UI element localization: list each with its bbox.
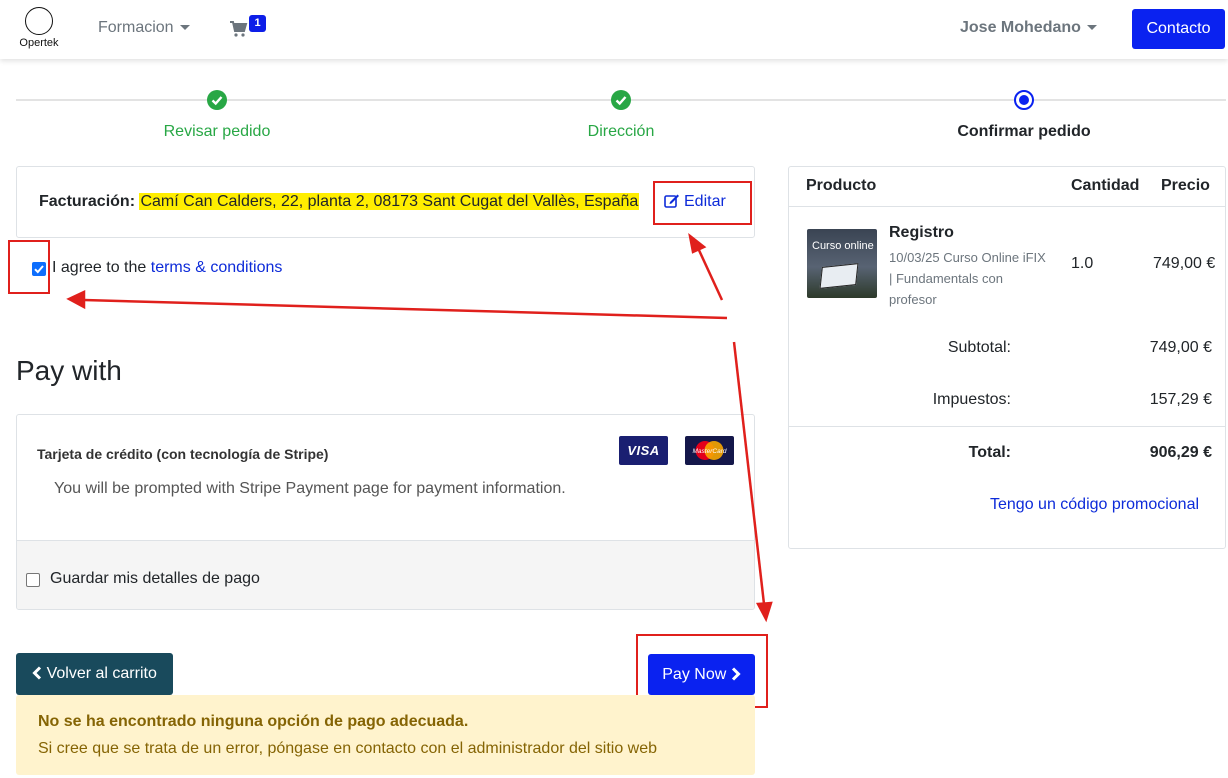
billing-address: Camí Can Calders, 22, planta 2, 08173 Sa… [139,193,640,210]
promo-code-link[interactable]: Tengo un código promocional [990,496,1199,514]
logo-text: Opertek [19,37,59,49]
terms-text: I agree to the terms & conditions [52,259,282,277]
tax-label: Impuestos: [932,391,1011,408]
logo[interactable]: Opertek [16,7,62,51]
step-2-check-icon [611,90,631,110]
arrow-to-checkbox [83,298,728,320]
visa-card-icon: VISA [619,436,668,465]
step-1-check-icon [207,90,227,110]
terms-prefix: I agree to the [52,259,147,276]
step-2-label[interactable]: Dirección [521,123,721,141]
subtotal-value: 749,00 € [1149,339,1212,356]
mastercard-text: MasterCard [693,448,727,455]
annotation-box-edit [653,181,752,225]
step-1-label[interactable]: Revisar pedido [117,123,317,141]
caret-down-icon [1086,25,1097,31]
summary-header-quantity: Cantidad [1071,177,1140,194]
mastercard-card-icon: MasterCard [685,436,734,465]
billing-label: Facturación: [39,193,136,210]
logo-circle-icon [25,7,53,35]
payment-method-description: You will be prompted with Stripe Payment… [54,480,566,497]
shopping-cart-icon[interactable] [229,19,249,39]
back-to-cart-button[interactable]: Volver al carrito [16,653,173,695]
alert-title: No se ha encontrado ninguna opción de pa… [38,713,469,730]
alert-message: Si cree que se trata de un error, póngas… [38,740,658,757]
cart-count-badge[interactable]: 1 [249,15,266,32]
arrow-to-checkbox-head [66,290,86,310]
billing-text: Facturación: Camí Can Calders, 22, plant… [39,193,640,211]
product-description: 10/03/25 Curso Online iFIX | Fundamental… [889,250,1046,307]
total-value: 906,29 € [1149,444,1212,461]
user-name: Jose Mohedano [960,19,1081,36]
product-quantity: 1.0 [1071,255,1094,272]
contact-button[interactable]: Contacto [1132,9,1225,49]
step-3-current-icon [1014,90,1034,110]
step-3-label: Confirmar pedido [957,123,1091,140]
tax-value: 157,29 € [1149,391,1212,408]
nav-formacion-label: Formacion [98,19,174,36]
order-summary-panel [788,166,1226,549]
product-thumbnail[interactable]: Curso online [807,229,877,298]
tablet-image-icon [819,263,859,289]
product-thumbnail-label: Curso online [812,240,874,252]
no-payment-alert: No se ha encontrado ninguna opción de pa… [16,695,755,775]
annotation-box-checkbox [8,240,50,294]
total-divider [789,426,1225,427]
nav-formacion-dropdown[interactable]: Formacion [98,19,190,37]
product-name: Registro [889,224,954,241]
payment-method-title: Tarjeta de crédito (con tecnología de St… [37,446,329,462]
save-payment-checkbox[interactable] [26,573,40,587]
summary-header-price: Precio [1161,177,1210,194]
user-menu-dropdown[interactable]: Jose Mohedano [960,19,1097,37]
summary-header-product: Producto [806,177,877,194]
chevron-left-icon [32,666,42,680]
caret-down-icon [179,25,190,31]
arrow-to-edit [696,247,724,301]
arrow-to-pay-now-head [755,601,773,623]
save-payment-label[interactable]: Guardar mis detalles de pago [50,570,260,588]
total-label: Total: [968,444,1011,461]
navbar: Opertek Formacion 1 Jose Mohedano Contac… [0,0,1228,59]
back-to-cart-label: Volver al carrito [46,665,157,682]
subtotal-label: Subtotal: [947,339,1011,356]
arrow-to-edit-head [688,232,707,254]
product-price: 749,00 € [1153,255,1216,272]
terms-link[interactable]: terms & conditions [151,259,283,276]
pay-with-heading: Pay with [16,355,122,386]
billing-panel: Facturación: Camí Can Calders, 22, plant… [16,166,755,238]
summary-divider [789,206,1225,207]
